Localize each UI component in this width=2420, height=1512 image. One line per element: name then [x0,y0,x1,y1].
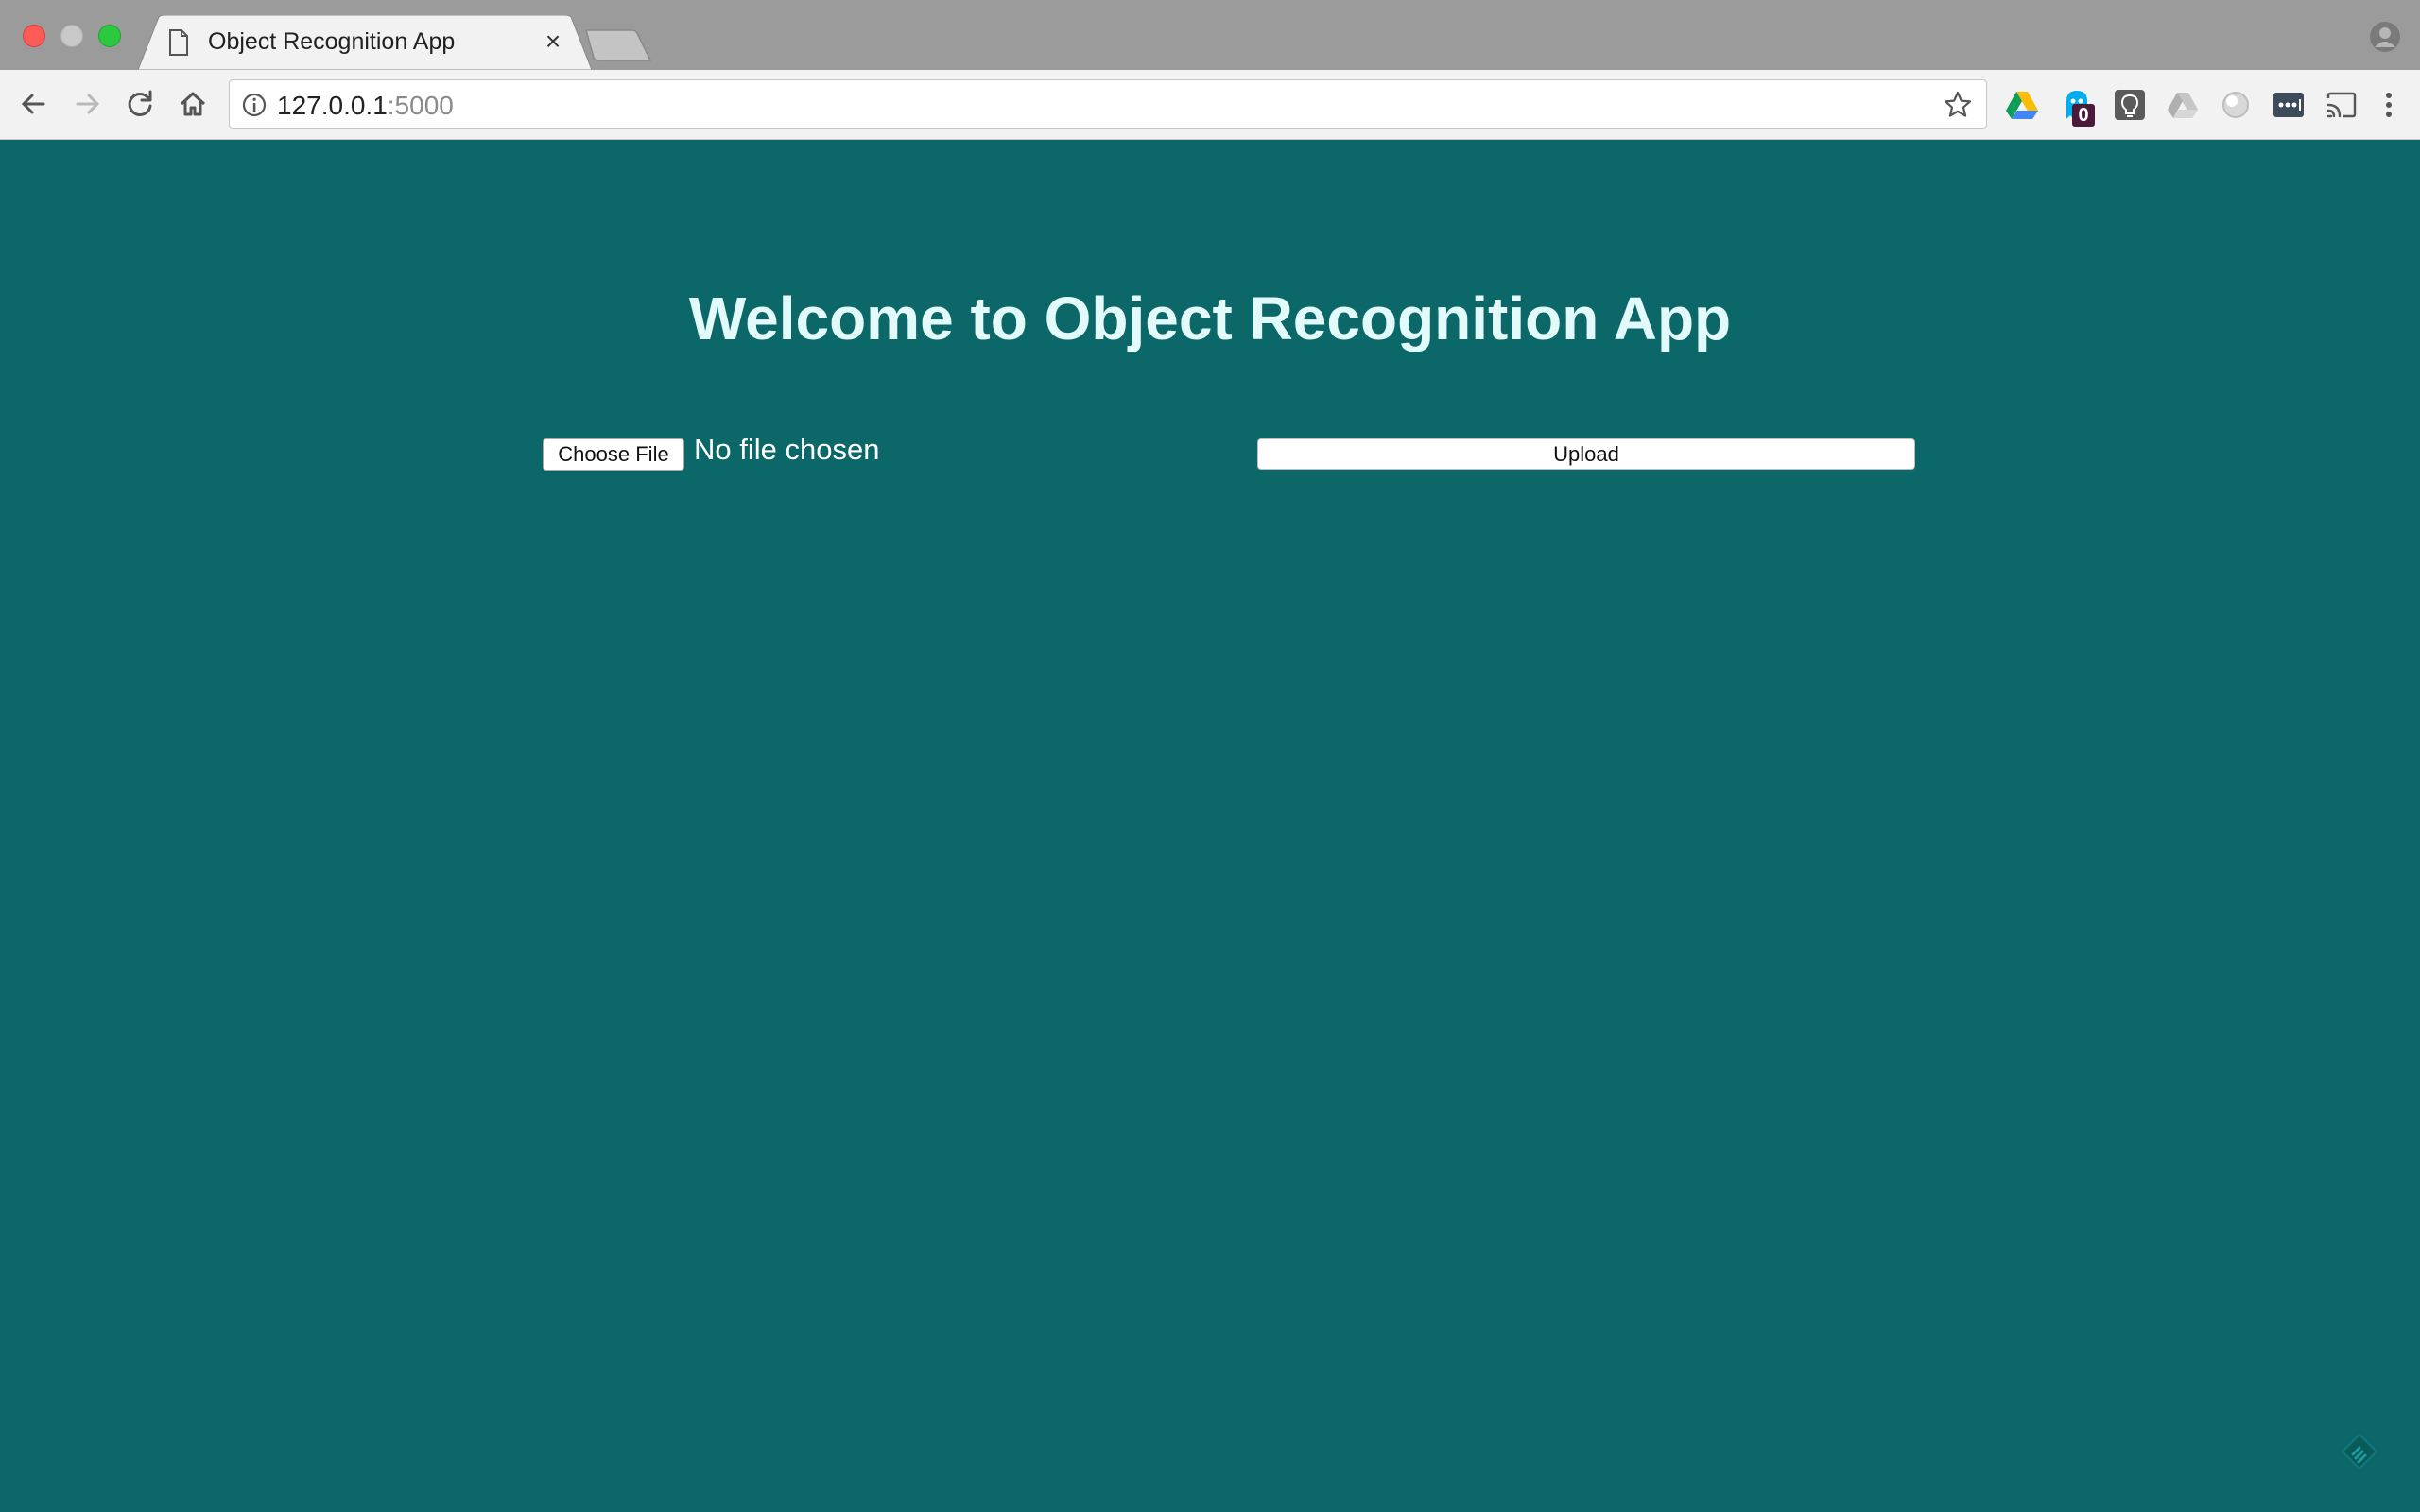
info-icon[interactable] [241,92,268,118]
url-port: :5000 [387,91,454,120]
cast-icon [2326,92,2357,118]
new-tab-button[interactable] [584,28,652,62]
profile-icon[interactable] [2369,21,2401,53]
back-button[interactable] [13,83,55,125]
upload-button[interactable]: Upload [1257,438,1915,470]
tab-object-recognition-app[interactable]: Object Recognition App × [138,15,592,70]
lightbulb-extension[interactable] [2112,87,2148,123]
forward-icon [76,94,100,114]
window-maximize-button[interactable] [98,25,121,47]
home-icon [180,92,206,116]
tab-strip: Object Recognition App × [0,0,2420,70]
google-drive-icon [2006,92,2038,119]
circle-extension-icon [2222,92,2249,118]
google-drive-extension[interactable] [2004,87,2040,123]
lastpass-extension[interactable] [2271,87,2307,123]
reload-icon [128,90,152,116]
tab-close-icon[interactable]: × [539,27,567,56]
browser-toolbar: 127.0.0.1:5000 [0,70,2420,140]
window-minimize-button[interactable] [60,25,83,47]
forward-button[interactable] [66,83,108,125]
home-button[interactable] [172,83,214,125]
address-bar[interactable]: 127.0.0.1:5000 [229,79,1987,129]
url-text: 127.0.0.1:5000 [277,91,454,121]
tab-title: Object Recognition App [208,28,456,55]
choose-file-button[interactable]: Choose File [543,438,684,471]
cast-extension[interactable] [2324,87,2360,123]
window-close-button[interactable] [23,25,45,47]
menu-button[interactable] [2371,87,2407,123]
menu-icon [2386,93,2392,117]
document-icon [169,29,188,56]
reload-button[interactable] [119,83,161,125]
ghostery-badge: 0 [2072,104,2095,127]
drive-grey-extension[interactable] [2165,87,2201,123]
page-title: Welcome to Object Recognition App [688,284,1732,352]
lightbulb-icon [2115,90,2145,120]
url-host: 127.0.0.1 [277,91,388,120]
file-status-text: No file chosen [694,433,880,466]
drive-grey-icon [2168,93,2198,118]
feedly-icon[interactable] [2339,1431,2380,1472]
star-icon[interactable] [1943,90,1973,120]
lastpass-icon [2273,93,2304,117]
back-icon [21,94,45,114]
circle-extension[interactable] [2218,87,2254,123]
